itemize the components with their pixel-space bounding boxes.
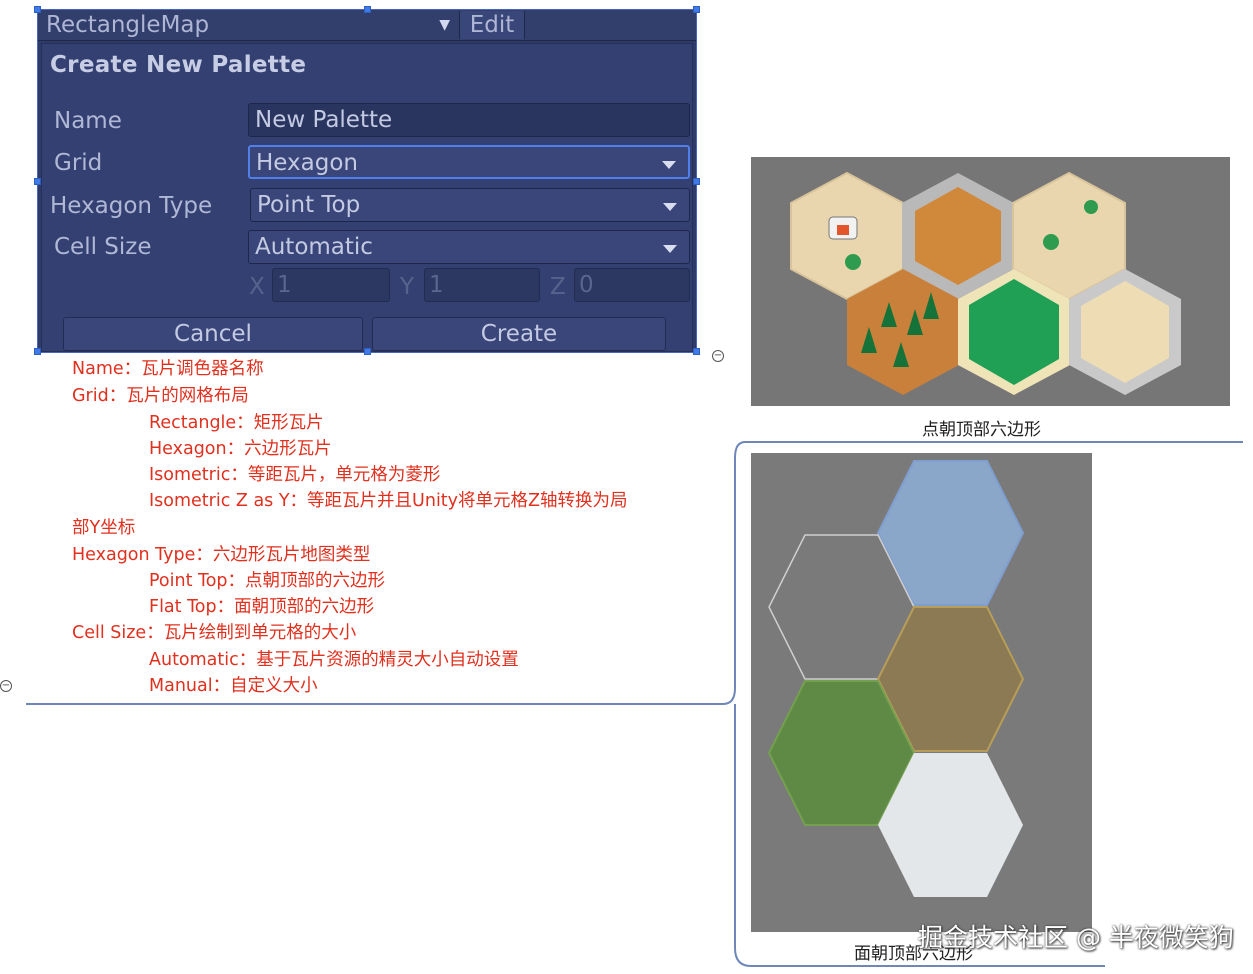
caret-down-icon	[663, 245, 677, 253]
hexagon-type-dropdown[interactable]: Point Top	[250, 188, 690, 222]
note-line: Isometric Z as Y：等距瓦片并且Unity将单元格Z轴转换为局	[149, 491, 628, 511]
cell-size-y-input[interactable]: 1	[424, 268, 540, 302]
resize-handle[interactable]	[693, 6, 700, 13]
cell-size-label: Cell Size	[54, 234, 152, 260]
palette-name-input[interactable]: New Palette	[248, 103, 690, 137]
point-top-hexagon-image	[751, 157, 1230, 406]
hexagon-type-value: Point Top	[257, 192, 361, 218]
flat-top-tiles	[767, 460, 1025, 897]
note-line: Automatic：基于瓦片资源的精灵大小自动设置	[149, 650, 519, 670]
active-tilemap-label: RectangleMap	[46, 12, 210, 38]
hexagon-type-label: Hexagon Type	[50, 193, 213, 219]
tile-palette-toolbar: RectangleMap ▼ Edit	[38, 10, 696, 41]
create-button[interactable]: Create	[372, 317, 666, 351]
cell-size-z-input[interactable]: 0	[574, 268, 690, 302]
note-line: Name：瓦片调色器名称	[72, 359, 264, 379]
collapse-circle-icon[interactable]: −	[0, 680, 12, 692]
resize-handle[interactable]	[693, 178, 700, 185]
resize-handle[interactable]	[34, 348, 41, 355]
note-line: Isometric：等距瓦片，单元格为菱形	[149, 465, 441, 485]
cell-size-z-label: Z	[550, 274, 566, 300]
note-line: Cell Size：瓦片绘制到单元格的大小	[72, 623, 357, 643]
create-palette-panel: Create New Palette Name New Palette Grid…	[41, 43, 693, 352]
grid-label: Grid	[54, 150, 103, 176]
point-top-caption: 点朝顶部六边形	[922, 420, 1041, 440]
active-tilemap-dropdown[interactable]: RectangleMap ▼	[40, 11, 458, 39]
caret-down-icon	[663, 203, 677, 211]
point-top-tiles	[790, 171, 1181, 395]
note-line: Manual：自定义大小	[149, 676, 318, 696]
note-line: Flat Top：面朝顶部的六边形	[149, 597, 375, 617]
cell-size-dropdown[interactable]: Automatic	[248, 230, 690, 264]
resize-handle[interactable]	[693, 348, 700, 355]
create-palette-dialog: RectangleMap ▼ Edit Create New Palette N…	[34, 6, 700, 355]
caret-down-icon: ▼	[439, 17, 450, 33]
flat-top-hexagon-image	[751, 453, 1092, 932]
resize-handle[interactable]	[364, 6, 371, 13]
watermark: 掘金技术社区 @ 半夜微笑狗	[918, 923, 1234, 952]
note-line: Hexagon：六边形瓦片	[149, 439, 332, 459]
note-line: Rectangle：矩形瓦片	[149, 413, 324, 433]
cancel-button[interactable]: Cancel	[63, 317, 363, 351]
grid-dropdown-value: Hexagon	[256, 150, 358, 176]
resize-handle[interactable]	[34, 178, 41, 185]
edit-button[interactable]: Edit	[459, 11, 525, 39]
resize-handle[interactable]	[364, 348, 371, 355]
note-line: Grid：瓦片的网格布局	[72, 386, 249, 406]
name-label: Name	[54, 108, 122, 134]
panel-title: Create New Palette	[50, 52, 307, 78]
note-line: 部Y坐标	[72, 518, 136, 538]
cell-size-value: Automatic	[255, 234, 373, 260]
branch-line	[26, 703, 710, 705]
resize-handle[interactable]	[34, 6, 41, 13]
cell-size-x-input[interactable]: 1	[272, 268, 390, 302]
caret-down-icon	[662, 161, 676, 169]
cell-size-x-label: X	[249, 274, 265, 300]
note-line: Hexagon Type：六边形瓦片地图类型	[72, 545, 371, 565]
cell-size-y-label: Y	[400, 274, 415, 300]
note-line: Point Top：点朝顶部的六边形	[149, 571, 386, 591]
collapse-circle-icon[interactable]: −	[712, 350, 724, 362]
grid-dropdown[interactable]: Hexagon	[248, 145, 690, 179]
